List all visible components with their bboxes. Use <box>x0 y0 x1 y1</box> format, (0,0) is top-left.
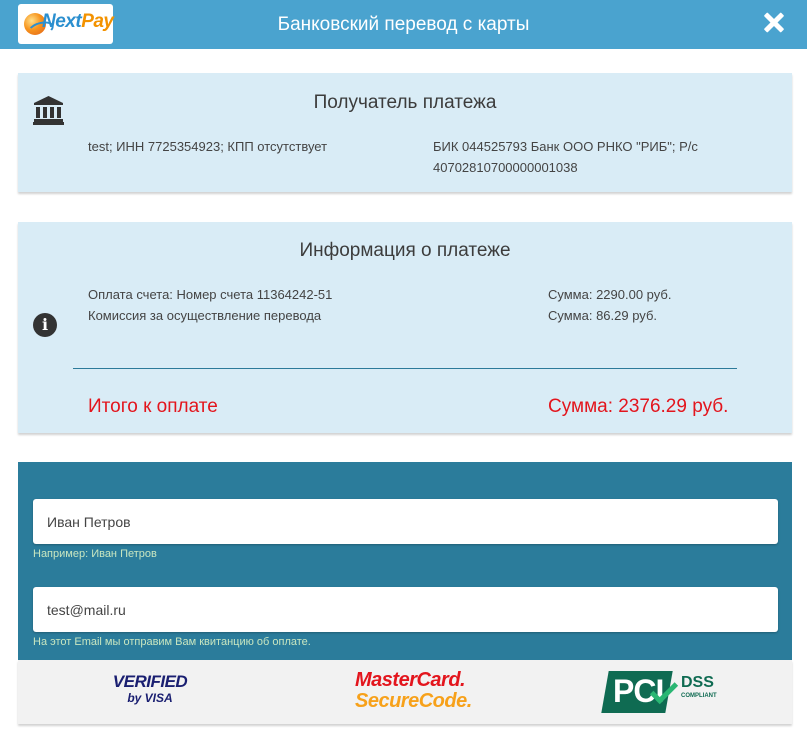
recipient-heading: Получатель платежа <box>313 92 497 113</box>
header-bar: NextPay Банковский перевод с карты <box>0 0 807 49</box>
mastercard-securecode-logo: MasterCard. SecureCode. <box>355 669 472 712</box>
page-title: Банковский перевод с карты <box>277 14 530 35</box>
payment-info-card: Информация о платеже i Оплата счета: Ном… <box>18 222 792 433</box>
pci-dss-logo: PCI DSS COMPLIANT <box>601 669 722 714</box>
recipient-account: 40702810700000001038 <box>433 160 578 175</box>
total-divider <box>73 368 737 369</box>
name-hint: Например: Иван Петров <box>33 548 157 560</box>
payment-info-heading: Информация о платеже <box>299 240 511 261</box>
recipient-bank-line1: БИК 044525793 Банк ООО РНКО "РИБ"; Р/с <box>433 139 698 154</box>
total-label: Итого к оплате <box>88 396 218 417</box>
security-badges: VERIFIED by VISA MasterCard. SecureCode.… <box>18 660 792 724</box>
bank-icon <box>33 96 64 125</box>
info-icon: i <box>33 313 57 337</box>
email-hint: На этот Email мы отправим Вам квитанцию … <box>33 636 311 648</box>
recipient-card: Получатель платежа test; ИНН 7725354923;… <box>18 73 792 192</box>
payment-row-amount: Сумма: 2290.00 руб. <box>548 287 672 302</box>
close-icon[interactable] <box>760 9 788 37</box>
verified-by-visa-logo: VERIFIED by VISA <box>112 672 188 705</box>
email-input[interactable] <box>33 587 778 632</box>
commission-row-amount: Сумма: 86.29 руб. <box>548 308 658 323</box>
total-amount: Сумма: 2376.29 руб. <box>548 396 729 417</box>
payment-row-label: Оплата счета: Номер счета 11364242-51 <box>88 287 333 302</box>
recipient-name: test; ИНН 7725354923; КПП отсутствует <box>88 139 328 154</box>
payer-form: Например: Иван Петров На этот Email мы о… <box>18 462 792 660</box>
name-input[interactable] <box>33 499 778 544</box>
commission-row-label: Комиссия за осуществление перевода <box>88 308 322 323</box>
